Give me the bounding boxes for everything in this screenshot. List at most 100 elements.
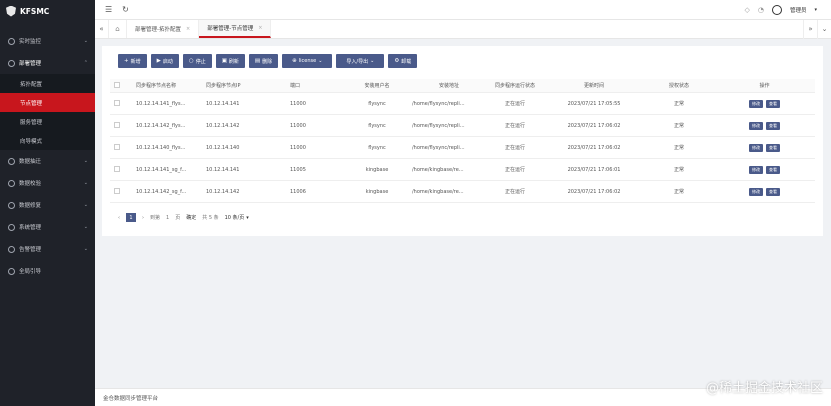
node-ip: 10.12.14.142 bbox=[206, 122, 240, 129]
sidebar-item-guide[interactable]: 全局引导 bbox=[0, 260, 95, 282]
start-button[interactable]: ▶ 启动 bbox=[150, 54, 179, 68]
tabs-bar: « ⌂ 部署管理-拓扑配置 × 部署管理-节点管理 × » ⌄ bbox=[95, 20, 831, 39]
sidebar-item-data-repair[interactable]: 数据修复 ⌄ bbox=[0, 194, 95, 216]
edit-button[interactable]: 修改 bbox=[749, 187, 763, 196]
close-icon[interactable]: × bbox=[258, 25, 262, 31]
uninstall-button[interactable]: ⚙ 卸载 bbox=[388, 54, 418, 68]
refresh-button[interactable]: ▣ 刷新 bbox=[215, 54, 245, 68]
view-button[interactable]: 查看 bbox=[766, 121, 780, 130]
topbar-right: ◇ ◔ 管理员 ▾ bbox=[744, 0, 817, 20]
node-ip: 10.12.14.141 bbox=[206, 100, 240, 107]
run-state: 正在运行 bbox=[504, 189, 525, 195]
sidebar-item-label: 数据抽迁 bbox=[19, 159, 42, 165]
button-label: 停止 bbox=[195, 58, 206, 65]
page-current[interactable]: 1 bbox=[126, 213, 136, 222]
select-all-checkbox[interactable] bbox=[110, 81, 122, 90]
monitor-icon bbox=[8, 37, 15, 45]
install-dir: /home/flysync/repli... bbox=[412, 122, 465, 129]
avatar[interactable] bbox=[771, 5, 782, 15]
column-header: 操作 bbox=[759, 83, 770, 89]
refresh-icon[interactable]: ↻ bbox=[122, 5, 129, 14]
tabs-scroll-left-icon[interactable]: « bbox=[95, 20, 109, 38]
sidebar-item-data-verify[interactable]: 数据校验 ⌄ bbox=[0, 172, 95, 194]
button-label: 导入/导出 bbox=[346, 58, 369, 65]
watermark: @稀土掘金技术社区 bbox=[705, 381, 823, 396]
home-icon[interactable]: ⌂ bbox=[109, 20, 127, 38]
node-port: 11000 bbox=[290, 122, 306, 129]
sidebar-item-system[interactable]: 系统管理 ⌄ bbox=[0, 216, 95, 238]
row-checkbox[interactable] bbox=[110, 143, 122, 152]
chevron-down-icon[interactable]: ▾ bbox=[814, 7, 817, 13]
chevron-down-icon: ⌄ bbox=[83, 246, 88, 252]
sidebar: KFSMC 实时监控 ⌄ 部署管理 ⌃ 拓扑配置 节点管理 服务管理 向导模式 … bbox=[0, 0, 95, 406]
sidebar-item-label: 部署管理 bbox=[19, 61, 42, 67]
chevron-up-icon: ⌃ bbox=[83, 60, 88, 66]
tag-icon[interactable]: ◇ bbox=[744, 6, 749, 14]
user-name[interactable]: 管理员 bbox=[790, 6, 807, 14]
edit-button[interactable]: 修改 bbox=[749, 121, 763, 130]
add-button[interactable]: + 新增 bbox=[118, 54, 147, 68]
notification-icon[interactable]: ◔ bbox=[758, 6, 764, 14]
view-button[interactable]: 查看 bbox=[766, 99, 780, 108]
guide-icon bbox=[8, 267, 15, 275]
stop-button[interactable]: ○ 停止 bbox=[182, 54, 212, 68]
row-actions: 修改 查看 bbox=[714, 187, 815, 196]
view-button[interactable]: 查看 bbox=[766, 143, 780, 152]
goto-confirm-button[interactable]: 确定 bbox=[186, 214, 196, 221]
node-table: 同步程序节点名称 同步程序节点IP 端口 安装用户名 安装地址 同步程序运行状态… bbox=[110, 79, 815, 203]
view-button[interactable]: 查看 bbox=[766, 187, 780, 196]
tabs-menu-icon[interactable]: ⌄ bbox=[817, 20, 831, 39]
row-checkbox[interactable] bbox=[110, 99, 122, 108]
button-label: license bbox=[298, 58, 317, 64]
tab-label: 部署管理-节点管理 bbox=[207, 26, 254, 32]
tab-label: 部署管理-拓扑配置 bbox=[135, 27, 181, 33]
sidebar-item-data-migrate[interactable]: 数据抽迁 ⌄ bbox=[0, 150, 95, 172]
tab-node-management[interactable]: 部署管理-节点管理 × bbox=[199, 20, 272, 38]
column-header: 更新时间 bbox=[583, 83, 604, 89]
edit-button[interactable]: 修改 bbox=[749, 143, 763, 152]
delete-button[interactable]: ▤ 删除 bbox=[248, 54, 279, 68]
column-header: 安装用户名 bbox=[364, 83, 390, 89]
sidebar-item-alarm[interactable]: 告警管理 ⌄ bbox=[0, 238, 95, 260]
row-checkbox[interactable] bbox=[110, 121, 122, 130]
row-actions: 修改 查看 bbox=[714, 165, 815, 174]
install-user: flysync bbox=[368, 144, 386, 151]
auth-state: 正常 bbox=[673, 123, 684, 129]
prev-page-icon[interactable]: ‹ bbox=[118, 215, 120, 221]
edit-button[interactable]: 修改 bbox=[749, 99, 763, 108]
update-time: 2023/07/21 17:06:02 bbox=[567, 122, 621, 129]
import-export-button[interactable]: 导入/导出 ⌄ bbox=[336, 54, 385, 68]
page-size-select[interactable]: 10 条/页 ▾ bbox=[225, 214, 249, 222]
sidebar-item-monitor[interactable]: 实时监控 ⌄ bbox=[0, 30, 95, 52]
table-row: 10.12.14.141_sg_f... 10.12.14.141 11005 … bbox=[110, 159, 815, 181]
row-checkbox[interactable] bbox=[110, 187, 122, 196]
close-icon[interactable]: × bbox=[186, 26, 190, 32]
stop-icon: ○ bbox=[188, 58, 194, 64]
column-header: 安装地址 bbox=[438, 83, 459, 89]
sidebar-subitem-service[interactable]: 服务管理 bbox=[0, 112, 95, 131]
view-button[interactable]: 查看 bbox=[766, 165, 780, 174]
next-page-icon[interactable]: › bbox=[142, 215, 144, 221]
sidebar-subitem-wizard[interactable]: 向导模式 bbox=[0, 131, 95, 150]
tabs-right: » ⌄ bbox=[803, 20, 831, 39]
goto-page-input[interactable]: 1 bbox=[166, 215, 169, 221]
sidebar-subitem-topology[interactable]: 拓扑配置 bbox=[0, 74, 95, 93]
menu-toggle-icon[interactable]: ☰ bbox=[105, 5, 112, 14]
row-actions: 修改 查看 bbox=[714, 99, 815, 108]
tabs-scroll-right-icon[interactable]: » bbox=[803, 20, 817, 39]
install-dir: /home/kingbase/re... bbox=[412, 166, 464, 173]
chevron-down-icon: ⌄ bbox=[83, 38, 88, 44]
row-checkbox[interactable] bbox=[110, 165, 122, 174]
chevron-down-icon: ⌄ bbox=[83, 202, 88, 208]
sidebar-subitem-node[interactable]: 节点管理 bbox=[0, 93, 95, 112]
node-ip: 10.12.14.141 bbox=[206, 166, 240, 173]
auth-state: 正常 bbox=[673, 167, 684, 173]
license-button[interactable]: ⊕ license ⌄ bbox=[282, 54, 333, 68]
update-time: 2023/07/21 17:06:01 bbox=[567, 166, 621, 173]
tab-topology[interactable]: 部署管理-拓扑配置 × bbox=[127, 20, 200, 38]
page-unit: 页 bbox=[175, 215, 181, 221]
edit-button[interactable]: 修改 bbox=[749, 165, 763, 174]
row-actions: 修改 查看 bbox=[714, 143, 815, 152]
data-verify-icon bbox=[8, 179, 15, 187]
sidebar-item-deploy[interactable]: 部署管理 ⌃ bbox=[0, 52, 95, 74]
